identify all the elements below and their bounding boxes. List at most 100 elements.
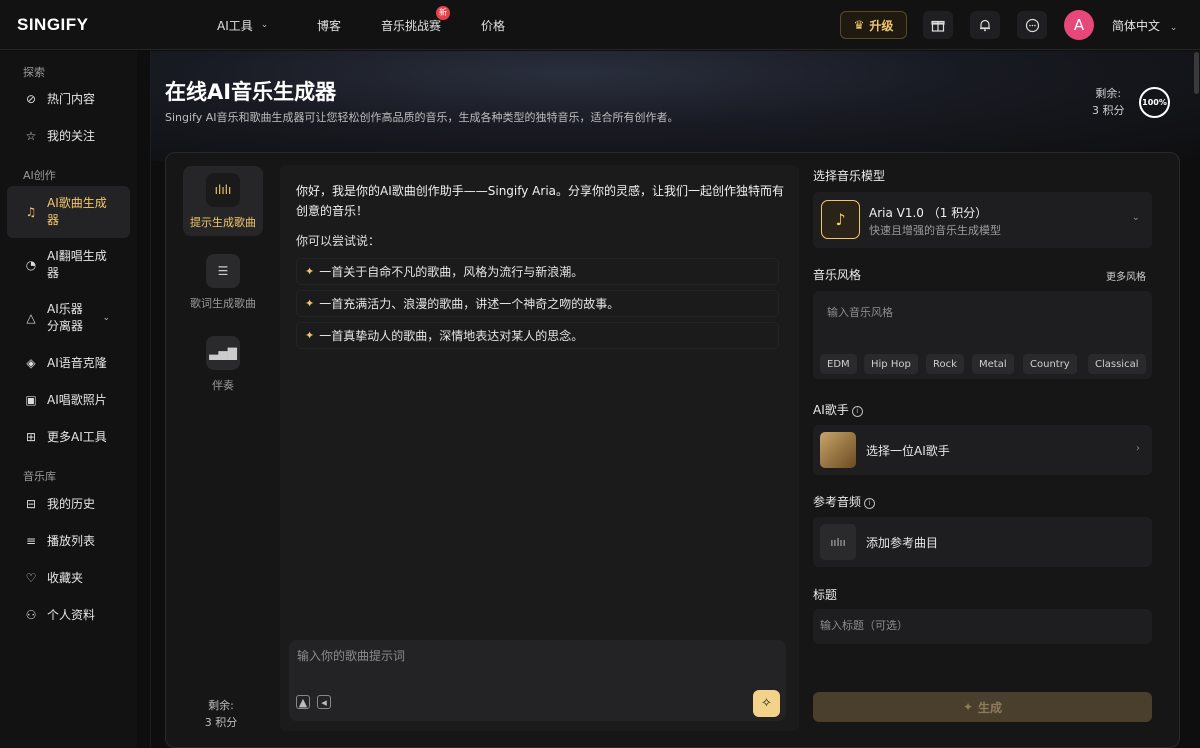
suggestion-item[interactable]: ✦ 一首关于自命不凡的歌曲，风格为流行与新浪潮。 [296, 258, 779, 285]
title-input[interactable] [820, 619, 1140, 632]
section-ai-create: AI创作 [23, 169, 56, 182]
sidebar-item-playlist[interactable]: ≡ 播放列表 [7, 524, 130, 558]
message-icon[interactable] [1017, 11, 1047, 39]
sparkle-icon: ✦ [305, 265, 315, 278]
page-scrollbar[interactable] [1194, 52, 1199, 94]
chevron-down-icon: ⌄ [1131, 212, 1140, 223]
sidebar-item-hot[interactable]: ⊘ 热门内容 [7, 82, 130, 116]
sidebar-item-sing-photo[interactable]: ▣ AI唱歌照片 [7, 383, 130, 417]
sidebar-item-label: 我的历史 [47, 496, 96, 511]
upgrade-button[interactable]: ♛ 升级 [840, 11, 907, 39]
suggestion-item[interactable]: ✦ 一首真挚动人的歌曲，深情地表达对某人的思念。 [296, 322, 779, 349]
sidebar-item-label: 个人资料 [47, 607, 96, 622]
more-styles-link[interactable]: 更多风格 [1106, 268, 1146, 283]
style-tag[interactable]: Rock [926, 354, 964, 374]
waveform-icon: ılılı [206, 173, 240, 207]
sparkle-icon: ✦ [305, 297, 315, 310]
nav-ai-tools[interactable]: AI工具 ⌄ [217, 17, 317, 34]
mode-prompt-to-song[interactable]: ılılı 提示生成歌曲 [183, 166, 263, 236]
top-navbar: SINGIFY AI工具 ⌄ 博客 音乐挑战赛 新 价格 ♛ 升级 A 简体中文… [0, 0, 1200, 50]
mode-label: 提示生成歌曲 [190, 216, 256, 229]
sidebar-item-profile[interactable]: ⚇ 个人资料 [7, 598, 130, 632]
avatar[interactable]: A [1064, 10, 1094, 40]
sidebar-item-label: AI乐器分离器 [47, 302, 84, 333]
credits-label: 剩余: [1095, 87, 1122, 100]
nav-ai-tools-label: AI工具 [217, 18, 253, 33]
generate-button[interactable]: ✦ 生成 [813, 692, 1152, 722]
reference-add-label: 添加参考曲目 [866, 536, 939, 550]
language-select[interactable]: 简体中文 ⌄ [1112, 17, 1177, 34]
singer-select[interactable]: 选择一位AI歌手 › [813, 425, 1152, 475]
upgrade-label: 升级 [869, 18, 894, 33]
chevron-right-icon: › [1136, 443, 1140, 454]
page-title: 在线AI音乐生成器 [165, 80, 337, 104]
credits-value: 3 积分 [1092, 104, 1125, 117]
info-icon[interactable]: i [864, 498, 876, 509]
hero-banner [151, 51, 1200, 161]
sidebar-item-cover-generator[interactable]: ◔ AI翻唱生成器 [7, 239, 130, 291]
style-input[interactable] [827, 306, 1127, 319]
equalizer-icon: ▃▅▇ [206, 336, 240, 370]
singer-label: AI歌手 i [813, 401, 863, 418]
sidebar-item-follow[interactable]: ☆ 我的关注 [7, 119, 130, 153]
chevron-down-icon: ⌄ [1169, 23, 1178, 33]
history-icon: ⊟ [25, 497, 37, 511]
logo[interactable]: SINGIFY [17, 15, 89, 35]
try-label: 你可以尝试说： [296, 234, 381, 248]
reference-label-text: 参考音频 [813, 495, 862, 509]
model-select[interactable]: ♪ Aria V1.0 （1 积分） 快速且增强的音乐生成模型 ⌄ [813, 192, 1152, 248]
style-tag[interactable]: Hip Hop [864, 354, 918, 374]
title-label: 标题 [813, 588, 838, 602]
sidebar-item-separator[interactable]: △ AI乐器分离器 ⌄ [7, 292, 130, 344]
sidebar: 探索 ⊘ 热门内容 ☆ 我的关注 AI创作 ♫ AI歌曲生成器 ◔ AI翻唱生成… [0, 51, 137, 748]
playlist-icon: ≡ [25, 534, 37, 548]
crown-icon: ♛ [853, 18, 865, 32]
style-tag[interactable]: Classical [1088, 354, 1146, 374]
grid-icon: ⊞ [25, 430, 37, 444]
image-link-icon[interactable]: ◂ [317, 695, 331, 709]
info-icon[interactable]: i [851, 406, 863, 417]
style-box: EDM Hip Hop Rock Metal Country Classical [813, 291, 1152, 379]
mode-accompaniment[interactable]: ▃▅▇ 伴奏 [183, 336, 263, 393]
mode-label: 伴奏 [212, 379, 234, 392]
sidebar-item-more-tools[interactable]: ⊞ 更多AI工具 [7, 420, 130, 454]
nav-challenge[interactable]: 音乐挑战赛 新 [381, 5, 481, 34]
credits-remaining: 剩余: 3 积分 [1092, 85, 1125, 119]
section-library: 音乐库 [23, 470, 56, 483]
model-label: 选择音乐模型 [813, 169, 886, 183]
sidebar-item-label: 播放列表 [47, 533, 96, 548]
image-upload-icon[interactable]: ▲ [296, 695, 310, 709]
reference-audio[interactable]: ıılıı 添加参考曲目 [813, 517, 1152, 567]
mode-lyrics-to-song[interactable]: ☰ 歌词生成歌曲 [183, 254, 263, 311]
sidebar-item-label: 热门内容 [47, 91, 96, 106]
gift-icon[interactable] [923, 11, 953, 39]
sidebar-item-label: AI语音克隆 [47, 355, 107, 370]
lyrics-icon: ☰ [206, 254, 240, 288]
magic-wand-button[interactable]: ✧ [753, 690, 780, 717]
sidebar-item-label: AI歌曲生成器 [47, 196, 107, 227]
suggestion-text: 一首关于自命不凡的歌曲，风格为流行与新浪潮。 [319, 265, 584, 279]
sidebar-item-voice-clone[interactable]: ◈ AI语音克隆 [7, 346, 130, 380]
mode-label: 歌词生成歌曲 [190, 297, 256, 310]
prompt-input[interactable] [297, 649, 717, 663]
bell-icon[interactable] [970, 11, 1000, 39]
star-icon: ☆ [25, 129, 37, 143]
sidebar-item-favorites[interactable]: ♡ 收藏夹 [7, 561, 130, 595]
style-tag[interactable]: EDM [820, 354, 857, 374]
style-tag[interactable]: Country [1023, 354, 1077, 374]
style-tag[interactable]: Metal [972, 354, 1014, 374]
photo-icon: ▣ [25, 393, 37, 407]
sidebar-item-history[interactable]: ⊟ 我的历史 [7, 487, 130, 521]
disc-icon: ◔ [25, 258, 37, 272]
suggestion-item[interactable]: ✦ 一首充满活力、浪漫的歌曲，讲述一个神奇之吻的故事。 [296, 290, 779, 317]
title-field [813, 609, 1152, 644]
nav-blog[interactable]: 博客 [317, 17, 381, 34]
sparkle-icon: ✦ [962, 700, 974, 714]
language-label: 简体中文 [1112, 19, 1161, 33]
sidebar-item-song-generator[interactable]: ♫ AI歌曲生成器 [7, 186, 130, 238]
sidebar-item-label: AI翻唱生成器 [47, 249, 107, 280]
style-label: 音乐风格 [813, 268, 862, 282]
nav-pricing[interactable]: 价格 [481, 17, 505, 34]
credits-value: 3 积分 [204, 716, 238, 729]
prompt-box: ▲ ◂ ✧ [289, 640, 786, 721]
